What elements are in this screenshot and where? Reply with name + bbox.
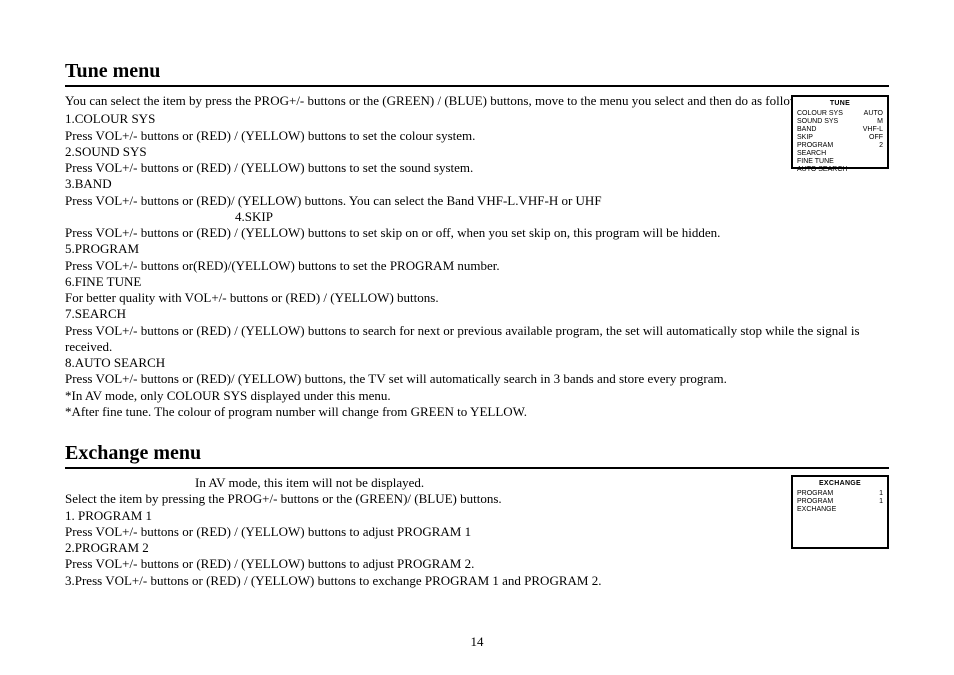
tune-line: 1.COLOUR SYS <box>65 111 785 127</box>
tune-intro: You can select the item by press the PRO… <box>65 93 889 109</box>
tune-menu-body: You can select the item by press the PRO… <box>65 93 889 420</box>
tune-line-skip: 4.SKIP <box>65 209 889 225</box>
tune-line: Press VOL+/- buttons or (RED)/ (YELLOW) … <box>65 371 889 387</box>
tune-line: 8.AUTO SEARCH <box>65 355 889 371</box>
tune-note: *After fine tune. The colour of program … <box>65 404 889 420</box>
tune-line: 5.PROGRAM <box>65 241 889 257</box>
tune-line: Press VOL+/- buttons or (RED)/ (YELLOW) … <box>65 193 785 209</box>
exchange-line: 2.PROGRAM 2 <box>65 540 889 556</box>
tune-line: Press VOL+/- buttons or(RED)/(YELLOW) bu… <box>65 258 889 274</box>
tune-note: *In AV mode, only COLOUR SYS displayed u… <box>65 388 889 404</box>
tune-menu-heading: Tune menu <box>65 60 889 87</box>
exchange-line: Press VOL+/- buttons or (RED) / (YELLOW)… <box>65 524 889 540</box>
exchange-note: In AV mode, this item will not be displa… <box>65 475 889 491</box>
tune-osd-title: TUNE <box>797 100 883 108</box>
exchange-osd-box: EXCHANGE PROGRAM1 PROGRAM1 EXCHANGE <box>791 475 889 549</box>
exchange-menu-body: EXCHANGE PROGRAM1 PROGRAM1 EXCHANGE In A… <box>65 475 889 589</box>
tune-line: Press VOL+/- buttons or (RED) / (YELLOW)… <box>65 323 889 356</box>
page-number: 14 <box>0 634 954 650</box>
tune-osd-box: TUNE COLOUR SYSAUTO SOUND SYSM BANDVHF-L… <box>791 95 889 169</box>
exchange-line: Select the item by pressing the PROG+/- … <box>65 491 889 507</box>
exchange-line: Press VOL+/- buttons or (RED) / (YELLOW)… <box>65 556 889 572</box>
exchange-menu-heading: Exchange menu <box>65 442 889 469</box>
tune-line: Press VOL+/- buttons or (RED) / (YELLOW)… <box>65 225 889 241</box>
tune-line: 2.SOUND SYS <box>65 144 785 160</box>
tune-line: For better quality with VOL+/- buttons o… <box>65 290 889 306</box>
tune-line: Press VOL+/- buttons or (RED) / (YELLOW)… <box>65 160 785 176</box>
tune-menu-section: Tune menu You can select the item by pre… <box>65 60 889 420</box>
tune-line: 3.BAND <box>65 176 785 192</box>
tune-line: 7.SEARCH <box>65 306 889 322</box>
exchange-osd-title: EXCHANGE <box>797 480 883 488</box>
exchange-menu-section: Exchange menu EXCHANGE PROGRAM1 PROGRAM1… <box>65 442 889 589</box>
exchange-line: 3.Press VOL+/- buttons or (RED) / (YELLO… <box>65 573 889 589</box>
tune-line: 6.FINE TUNE <box>65 274 889 290</box>
exchange-line: 1. PROGRAM 1 <box>65 508 889 524</box>
tune-line: Press VOL+/- buttons or (RED) / (YELLOW)… <box>65 128 785 144</box>
